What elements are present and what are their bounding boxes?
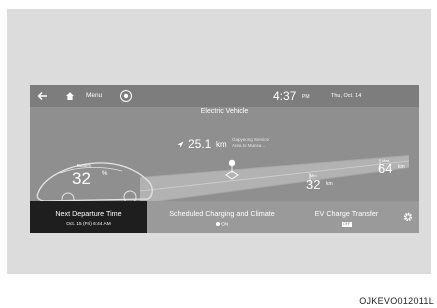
range-max-value: 64 bbox=[378, 161, 393, 176]
range-min-unit: km bbox=[326, 181, 333, 187]
destination-distance: 25.1 bbox=[188, 137, 212, 151]
next-departure-label: Next Departure Time bbox=[55, 209, 122, 218]
range-beam-highlight bbox=[140, 156, 409, 204]
range-min-value: 32 bbox=[306, 177, 321, 192]
tab-scheduled-charging-climate[interactable]: Scheduled Charging and Climate ON bbox=[147, 201, 297, 233]
ev-transfer-status-badge: OFF bbox=[341, 222, 352, 227]
destination-unit: km bbox=[216, 140, 227, 149]
battery-unit: % bbox=[102, 171, 108, 177]
figure-caption: OJKEVO012011L bbox=[359, 296, 434, 306]
navigation-arrow-icon bbox=[176, 140, 184, 148]
battery-value: 32 bbox=[72, 169, 91, 188]
tab-next-departure-time[interactable]: Next Departure Time Oct. 15 (Fri) 6:44 A… bbox=[30, 201, 147, 233]
scheduled-status: ON bbox=[147, 222, 297, 227]
scheduled-label: Scheduled Charging and Climate bbox=[169, 209, 275, 218]
ev-transfer-status: OFF bbox=[297, 222, 396, 227]
battery-label: Battery bbox=[77, 163, 92, 168]
bottom-tab-bar: Next Departure Time Oct. 15 (Fri) 6:44 A… bbox=[30, 201, 419, 233]
range-max-unit: km bbox=[398, 164, 405, 170]
infotainment-screen: Menu 4:37 PM Thu, Oct. 14 Electric Vehic… bbox=[30, 85, 419, 233]
gear-icon bbox=[401, 210, 414, 223]
car-outline bbox=[36, 162, 153, 202]
next-departure-value: Oct. 15 (Fri) 6:44 AM bbox=[66, 222, 111, 227]
status-on-dot bbox=[215, 222, 220, 226]
destination-name-line1: Gapyeong Service bbox=[232, 137, 270, 142]
settings-button[interactable] bbox=[396, 201, 419, 233]
tab-ev-charge-transfer[interactable]: EV Charge Transfer OFF bbox=[297, 201, 396, 233]
scheduled-status-text: ON bbox=[221, 222, 229, 228]
destination-pin-icon bbox=[228, 159, 236, 167]
destination-name-line2: Area to Munsa... bbox=[232, 143, 266, 148]
ev-transfer-label: EV Charge Transfer bbox=[314, 209, 379, 218]
